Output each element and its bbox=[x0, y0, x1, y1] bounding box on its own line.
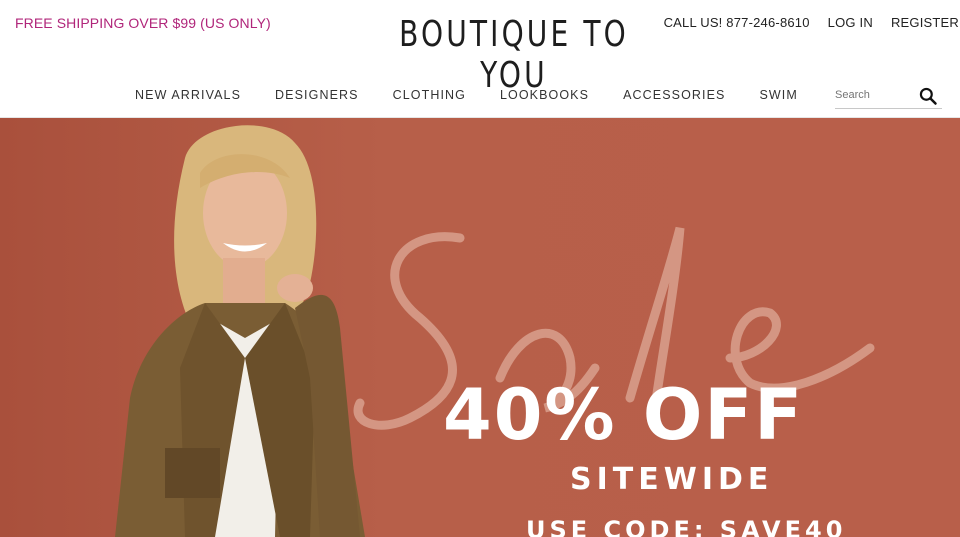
search-icon[interactable] bbox=[918, 86, 938, 106]
nav-lookbooks[interactable]: LOOKBOOKS bbox=[500, 88, 589, 102]
hero-headline: 40% OFF bbox=[443, 374, 805, 456]
login-link[interactable]: LOG IN bbox=[828, 15, 873, 30]
nav-clothing[interactable]: CLOTHING bbox=[393, 88, 466, 102]
free-shipping-promo[interactable]: FREE SHIPPING OVER $99 (US ONLY) bbox=[15, 15, 271, 31]
site-logo[interactable]: BOUTIQUE TO YOU bbox=[399, 14, 630, 96]
nav-accessories[interactable]: ACCESSORIES bbox=[623, 88, 725, 102]
promo-code: USE CODE: SAVE40 bbox=[526, 516, 847, 537]
site-header: FREE SHIPPING OVER $99 (US ONLY) BOUTIQU… bbox=[0, 0, 960, 118]
utility-links: CALL US! 877-246-8610 LOG IN REGISTER bbox=[664, 15, 959, 30]
nav-designers[interactable]: DESIGNERS bbox=[275, 88, 359, 102]
hero-banner[interactable]: 40% OFF SITEWIDE USE CODE: SAVE40 bbox=[0, 118, 960, 537]
nav-new-arrivals[interactable]: NEW ARRIVALS bbox=[135, 88, 241, 102]
nav-swim[interactable]: SWIM bbox=[759, 88, 797, 102]
main-nav: NEW ARRIVALS DESIGNERS CLOTHING LOOKBOOK… bbox=[118, 88, 815, 102]
search-box bbox=[835, 84, 942, 109]
register-link[interactable]: REGISTER bbox=[891, 15, 959, 30]
search-input[interactable] bbox=[835, 86, 915, 104]
hero-subline: SITEWIDE bbox=[570, 462, 774, 497]
call-us-link[interactable]: CALL US! 877-246-8610 bbox=[664, 15, 810, 30]
